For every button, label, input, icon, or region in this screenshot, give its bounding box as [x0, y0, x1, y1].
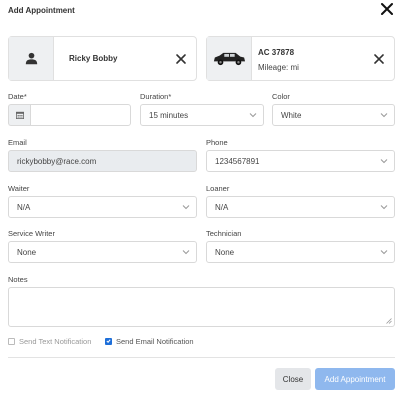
- technician-select[interactable]: None: [206, 241, 395, 263]
- service-writer-select[interactable]: None: [8, 241, 197, 263]
- modal-title: Add Appointment: [8, 6, 75, 15]
- duration-select[interactable]: 15 minutes: [140, 104, 264, 126]
- phone-value: 1234567891: [215, 157, 260, 166]
- chevron-down-icon: [380, 203, 388, 211]
- technician-label: Technician: [206, 229, 242, 238]
- waiter-value: N/A: [17, 203, 31, 212]
- remove-customer-icon[interactable]: [175, 52, 187, 64]
- modal-close-icon[interactable]: [380, 2, 394, 16]
- chevron-down-icon: [182, 203, 190, 211]
- phone-label: Phone: [206, 138, 228, 147]
- service-writer-value: None: [17, 248, 37, 257]
- send-text-label: Send Text Notification: [19, 336, 92, 346]
- vehicle-card: AC 37878 Mileage: mi: [206, 36, 395, 81]
- waiter-label: Waiter: [8, 184, 30, 193]
- phone-select[interactable]: 1234567891: [206, 150, 395, 172]
- loaner-select[interactable]: N/A: [206, 196, 395, 218]
- vehicle-plate: AC 37878: [258, 48, 295, 57]
- customer-name: Ricky Bobby: [69, 54, 118, 63]
- send-email-notification-option[interactable]: Send Email Notification: [105, 335, 194, 347]
- date-label: Date*: [8, 92, 27, 101]
- email-field: rickybobby@race.com: [8, 150, 197, 172]
- vehicle-mileage: Mileage: mi: [258, 63, 299, 72]
- customer-avatar: [9, 37, 54, 80]
- chevron-down-icon: [182, 248, 190, 256]
- color-value: White: [281, 111, 302, 120]
- footer-divider: [8, 357, 395, 358]
- resize-handle-icon[interactable]: [386, 318, 392, 324]
- date-picker-button[interactable]: [8, 104, 30, 126]
- car-icon: [213, 52, 246, 66]
- email-label: Email: [8, 138, 27, 147]
- customer-card: Ricky Bobby: [8, 36, 197, 81]
- notes-textarea[interactable]: [8, 287, 395, 327]
- duration-label: Duration*: [140, 92, 172, 101]
- duration-value: 15 minutes: [149, 111, 189, 120]
- chevron-down-icon: [249, 111, 257, 119]
- date-input[interactable]: [30, 104, 131, 126]
- notes-label: Notes: [8, 275, 28, 284]
- chevron-down-icon: [380, 157, 388, 165]
- email-value: rickybobby@race.com: [17, 157, 97, 166]
- remove-vehicle-icon[interactable]: [373, 52, 385, 64]
- color-select[interactable]: White: [272, 104, 395, 126]
- checkmark-icon: [106, 339, 111, 343]
- send-text-checkbox[interactable]: [8, 337, 15, 345]
- add-appointment-button[interactable]: Add Appointment: [315, 368, 395, 390]
- waiter-select[interactable]: N/A: [8, 196, 197, 218]
- technician-value: None: [215, 248, 235, 257]
- send-email-label: Send Email Notification: [116, 336, 194, 346]
- loaner-value: N/A: [215, 203, 229, 212]
- user-icon: [25, 52, 37, 65]
- send-text-notification-option[interactable]: Send Text Notification: [8, 335, 91, 347]
- chevron-down-icon: [380, 248, 388, 256]
- calendar-icon: [15, 111, 24, 119]
- close-button[interactable]: Close: [275, 368, 311, 390]
- color-label: Color: [272, 92, 290, 101]
- chevron-down-icon: [380, 111, 388, 119]
- service-writer-label: Service Writer: [8, 229, 55, 238]
- loaner-label: Loaner: [206, 184, 230, 193]
- vehicle-thumbnail: [207, 37, 252, 80]
- send-email-checkbox[interactable]: [105, 337, 112, 345]
